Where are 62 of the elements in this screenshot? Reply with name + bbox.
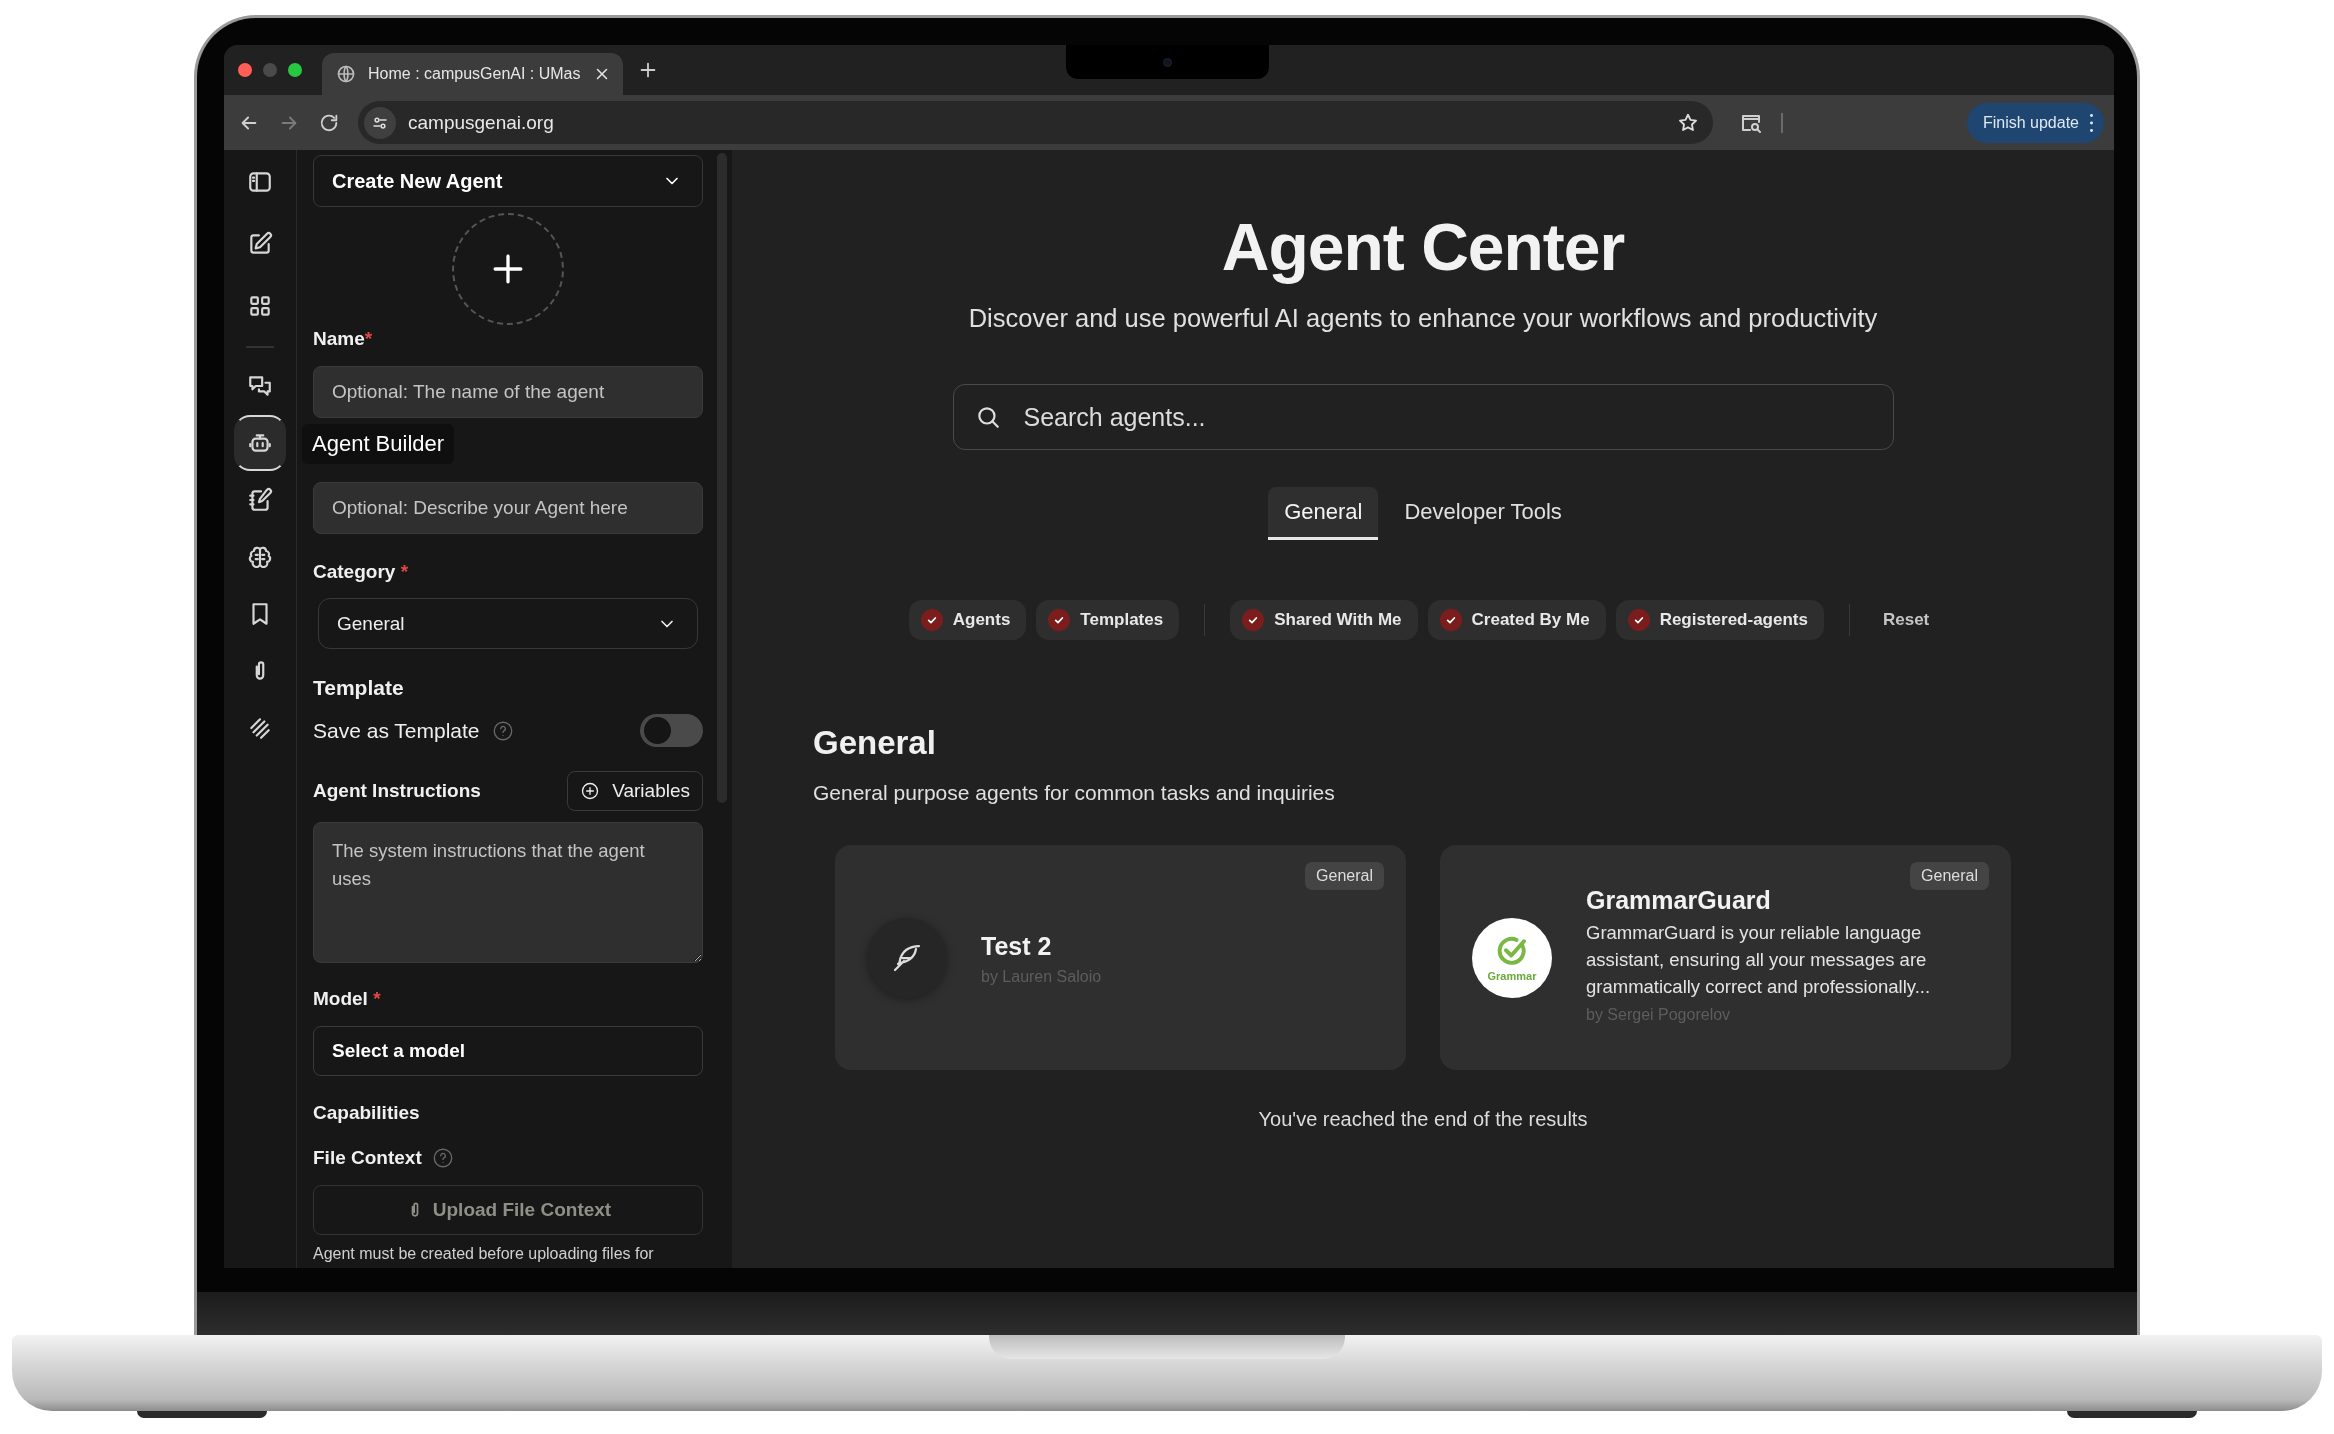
- update-button[interactable]: Finish update: [1966, 102, 2104, 143]
- filter-chip[interactable]: Shared With Me: [1230, 600, 1418, 640]
- nav-button[interactable]: [234, 414, 286, 471]
- close-window-button[interactable]: [238, 63, 252, 77]
- maximize-window-button[interactable]: [288, 63, 302, 77]
- field-label: Category *: [313, 560, 410, 584]
- field-label: Agent Instructions: [313, 779, 481, 803]
- logo-text: Grammar: [1487, 970, 1537, 982]
- site-settings-button[interactable]: [364, 106, 396, 139]
- star-icon[interactable]: [1677, 111, 1699, 134]
- help-icon: [431, 1147, 454, 1169]
- category-select[interactable]: General: [318, 598, 698, 649]
- page-title: Agent Center: [1221, 211, 1625, 283]
- more-icon: [2089, 113, 2094, 132]
- grid-icon: [247, 293, 273, 319]
- section-heading: Template: [313, 676, 405, 700]
- help-icon: [491, 719, 514, 742]
- checkbox[interactable]: [1242, 609, 1265, 631]
- plus-circle-icon: [580, 781, 601, 801]
- agent-name: GrammarGuard: [1586, 884, 1772, 916]
- upload-button[interactable]: Upload File Context: [313, 1185, 703, 1235]
- input-field[interactable]: Optional: The name of the agent: [313, 366, 703, 418]
- toggle-label: Save as Template: [313, 718, 480, 743]
- tab[interactable]: General: [1268, 487, 1379, 540]
- instructions-field[interactable]: The system instructions that the agent uses: [313, 822, 703, 963]
- category-tag: General: [1910, 862, 1989, 890]
- checkbox[interactable]: [1627, 609, 1650, 631]
- sidebar-icon: [247, 169, 273, 195]
- tooltip: Agent Builder: [302, 424, 455, 464]
- search-field[interactable]: Search agents...: [952, 384, 1894, 450]
- help-text: Agent must be created before uploading files for: [313, 1244, 655, 1263]
- avatar-upload-button[interactable]: [452, 213, 564, 325]
- agent-name: Test 2: [981, 930, 1053, 962]
- end-message: You've reached the end of the results: [1258, 1107, 1588, 1132]
- filter-chip[interactable]: Agents: [908, 600, 1027, 640]
- field-label: Name*: [313, 327, 374, 351]
- reset-button[interactable]: Reset: [1874, 610, 1938, 630]
- agent-description: GrammarGuard is your reliable language assistant, ensuring all your messages are grammatically correct and professionally...: [1586, 920, 1932, 999]
- agent-select[interactable]: Create New Agent: [313, 155, 703, 207]
- address-bar[interactable]: campusgenai.org: [358, 101, 1713, 144]
- filter-chip[interactable]: Created By Me: [1427, 600, 1606, 640]
- checkbox[interactable]: [1048, 609, 1071, 631]
- page-subtitle: Discover and use powerful AI agents to enhance your workflows and productivity: [968, 303, 1878, 334]
- field-label: File Context: [313, 1146, 422, 1170]
- section-heading: Capabilities: [313, 1101, 421, 1125]
- variables-button[interactable]: Variables: [567, 771, 703, 811]
- globe-icon: [336, 64, 356, 84]
- model-select[interactable]: Select a model: [313, 1026, 703, 1076]
- filter-chip[interactable]: Templates: [1036, 600, 1180, 640]
- field-label: Model *: [313, 987, 382, 1011]
- input-field[interactable]: Optional: Describe your Agent here: [313, 482, 703, 534]
- toggle-switch[interactable]: [640, 714, 703, 747]
- checkbox[interactable]: [1439, 609, 1462, 631]
- category-tag: General: [1305, 862, 1384, 890]
- checkbox[interactable]: [920, 609, 943, 631]
- browser-tab[interactable]: Home : campusGenAI : UMas: [322, 53, 623, 95]
- tab[interactable]: Developer Tools: [1388, 487, 1578, 540]
- notebook-icon: [247, 486, 273, 513]
- filter-chip[interactable]: Registered-agents: [1615, 600, 1824, 640]
- section-description: General purpose agents for common tasks and inquiries: [813, 780, 1336, 806]
- section-title: General: [813, 723, 937, 763]
- edit-icon: [247, 231, 273, 257]
